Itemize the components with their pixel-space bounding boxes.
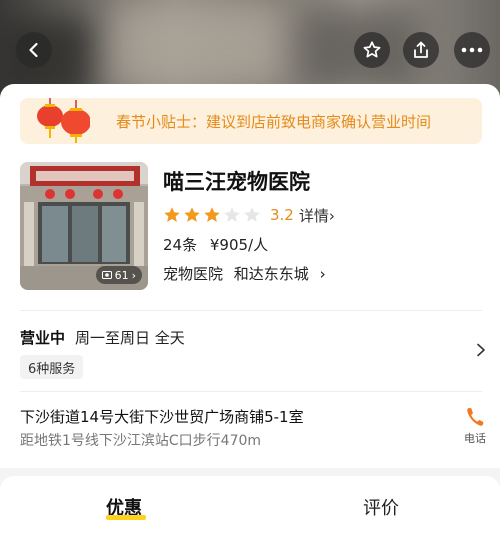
chevron-right-icon: ›	[131, 268, 136, 282]
back-arrow-icon	[29, 42, 38, 58]
shop-category: 宠物医院	[163, 265, 224, 283]
star-outline-icon	[363, 41, 381, 58]
chevron-right-icon[interactable]	[476, 343, 486, 357]
chevron-right-icon: ›	[328, 206, 335, 225]
phone-icon	[467, 408, 484, 426]
review-count: 24条	[163, 236, 198, 254]
business-hours-row[interactable]: 营业中 周一至周日 全天	[20, 327, 185, 348]
active-tab-indicator	[106, 515, 146, 520]
business-status: 营业中	[20, 329, 66, 347]
call-label: 电话	[464, 432, 486, 445]
star-empty-icon	[244, 207, 260, 222]
holiday-tip-banner: 春节小贴士：建议到店前致电商家确认营业时间	[20, 98, 482, 144]
share-button[interactable]	[403, 32, 439, 68]
photo-count-badge: 61 ›	[95, 266, 142, 284]
business-hours: 周一至周日 全天	[75, 329, 185, 347]
photo-count-text: 61	[114, 268, 129, 282]
chevron-right-icon: ›	[319, 265, 326, 283]
holiday-tip-text: 春节小贴士：建议到店前致电商家确认营业时间	[116, 113, 432, 131]
tab-reviews[interactable]: 评价	[363, 494, 399, 520]
rating-detail-label: 详情	[298, 206, 329, 225]
lantern-icon	[37, 98, 90, 143]
avg-price: ¥905/人	[209, 236, 269, 254]
more-dots-icon	[461, 47, 483, 53]
call-button[interactable]: 电话	[458, 406, 492, 450]
shop-name: 喵三汪宠物医院	[163, 170, 310, 194]
rating-row: 3.2 详情›	[163, 205, 335, 225]
star-filled-icon	[184, 207, 200, 222]
divider	[20, 310, 482, 311]
divider	[20, 391, 482, 392]
metro-distance: 距地铁1号线下沙江滨站C口步行470m	[20, 433, 262, 449]
star-filled-icon	[204, 207, 220, 222]
shop-photo[interactable]: 61 ›	[20, 162, 148, 290]
rating-score: 3.2	[270, 206, 294, 224]
star-filled-icon	[164, 207, 180, 222]
star-rating	[163, 206, 263, 224]
shop-address[interactable]: 下沙街道14号大街下沙世贸广场商铺5-1室	[20, 406, 304, 427]
shop-area: 和达东东城	[233, 265, 309, 283]
category-location-link[interactable]: 宠物医院 和达东东城 ›	[163, 263, 326, 284]
tab-bar: 优惠 评价	[0, 476, 500, 533]
rating-detail-link[interactable]: 详情›	[299, 205, 335, 226]
more-button[interactable]	[454, 32, 490, 68]
shop-stats: 24条 ¥905/人	[163, 234, 268, 255]
share-icon	[414, 41, 428, 58]
services-badge[interactable]: 6种服务	[20, 355, 84, 379]
star-empty-icon	[224, 207, 240, 222]
favorite-button[interactable]	[354, 32, 390, 68]
shop-info-card: 春节小贴士：建议到店前致电商家确认营业时间 61 › 喵三汪宠物医院 3.2 详…	[0, 84, 500, 468]
photo-icon	[101, 271, 112, 279]
back-button[interactable]	[16, 32, 52, 68]
